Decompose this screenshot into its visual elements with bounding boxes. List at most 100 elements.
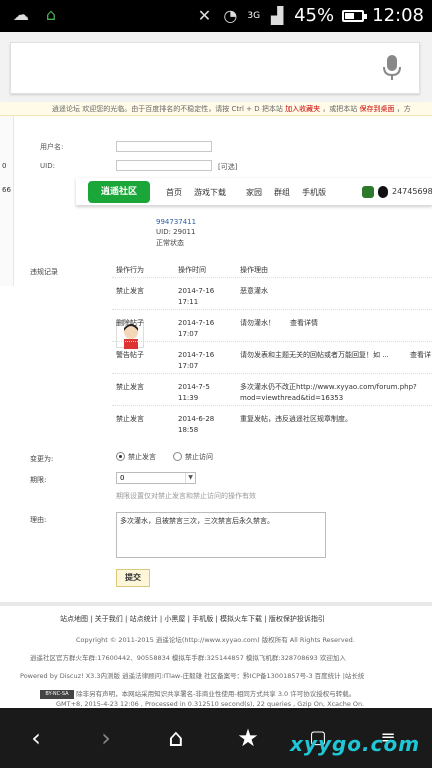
row-date: 2014-6-28 [178,415,215,423]
row-reason-line2: mod=viewthread&tid=16353 [240,394,344,402]
table-row: 删除帖子 2014-7-16 17:07 请勿灌水！ 查看详情 [112,312,432,342]
row-date: 2014-7-16 [178,351,215,359]
site-notice: 逍遥论坛 欢迎您的光临。由于百度排名的不稳定性，请按 Ctrl + D 把本站 … [0,102,432,116]
col-time: 操作时间 [178,266,206,274]
left-count-1: 0 [2,162,7,170]
row-date: 2014-7-16 [178,287,215,295]
user-avatar-icon[interactable] [362,186,374,198]
record-label: 违规记录 [30,268,58,276]
radio-ban-visit-label: 禁止访问 [185,453,213,461]
notice-text: 逍遥论坛 欢迎您的光临。由于百度排名的不稳定性，请按 Ctrl + D 把本站 [52,105,283,113]
add-favorite-link[interactable]: 加入收藏夹 [285,105,320,113]
mute-icon: ✕ [197,5,212,25]
submit-button[interactable]: 提交 [116,569,150,587]
back-icon[interactable]: ‹ [20,722,52,754]
nav-home[interactable]: 首页 [166,187,182,198]
footer-qq-groups: 逍遥社区官方群火车群:17600442、90558834 模拟车手群:32514… [30,654,346,662]
profile-name[interactable]: 994737411 [156,218,196,226]
battery-percent: 45% [294,5,335,26]
footer-powered: Powered by Discuz! X3.3内测版 逍遥法律顾问:ITlaw-… [20,672,365,680]
row-action: 禁止发言 [116,287,144,295]
change-label: 变更为: [30,455,54,463]
microphone-icon[interactable] [383,55,401,81]
table-row: 警告帖子 2014-7-16 17:07 请勿发表和主题无关的回帖或者万能回复！… [112,344,432,374]
limit-value: 0 [120,474,125,482]
status-bar: ☁ ⌂ ✕ ◔ 3G ▟ 45% 12:08 [0,0,432,32]
nav-home-space[interactable]: 家园 [246,187,262,198]
row-time: 17:07 [178,362,199,370]
address-bar[interactable] [10,42,420,94]
limit-select[interactable]: 0 ▼ [116,472,196,484]
footer-gmt: GMT+8, 2015-4-23 12:06 , Processed in 0.… [56,700,365,708]
table-row: 禁止发言 2014-7-16 17:11 恶意灌水 [112,280,432,310]
row-action: 删除帖子 [116,319,144,327]
row-action: 禁止发言 [116,415,144,423]
profile-uid: UID: 29011 [156,228,196,236]
row-time: 18:58 [178,426,199,434]
row-time: 17:11 [178,298,199,306]
row-time: 11:39 [178,394,199,402]
watermark: xyygo.com [290,732,421,756]
footer-links[interactable]: 站点地图 | 关于我们 | 站点统计 | 小黑屋 | 手机版 | 模拟火车下载 … [60,614,325,624]
notice-tail: ，方 [396,105,411,113]
row-reason: 恶意灌水 [240,287,268,295]
bookmark-star-icon[interactable]: ★ [232,722,264,754]
site-footer: 站点地图 | 关于我们 | 站点统计 | 小黑屋 | 手机版 | 模拟火车下载 … [0,602,432,704]
username-label: 用户名: [40,143,64,151]
limit-label: 期限: [30,476,47,484]
clock: 12:08 [372,5,424,26]
home-icon[interactable]: ⌂ [160,722,192,754]
site-logo[interactable]: 逍遥社区 [88,181,150,203]
profile-status: 正常状态 [156,239,184,247]
limit-hint: 期限设置仅对禁止发言和禁止访问的操作有效 [116,492,256,500]
left-column: 0 66 [0,116,14,286]
row-date: 2014-7-16 [178,319,215,327]
web-content: 逍遥论坛 欢迎您的光临。由于百度排名的不稳定性，请按 Ctrl + D 把本站 … [0,102,432,708]
row-date: 2014-7-5 [178,383,210,391]
reason-label: 理由: [30,516,47,524]
row-reason: 重复发帖，违反逍遥社区规章制度。 [240,415,352,423]
wifi-icon: ◔ [223,5,238,25]
nav-mobile[interactable]: 手机版 [302,187,326,198]
row-action: 警告帖子 [116,351,144,359]
radio-ban-visit[interactable] [173,452,182,461]
radio-ban-post[interactable] [116,452,125,461]
uid-hint: [可选] [218,163,238,171]
weather-icon: ☁ [13,5,29,24]
nav-game-download[interactable]: 游戏下载 [194,187,226,198]
battery-icon [342,9,368,22]
col-reason: 操作理由 [240,266,268,274]
footer-license: BY-NC-SA 除非另有声明，本网站采用知识共享署名-非商业性使用-相同方式共… [40,688,355,699]
left-count-2: 66 [2,186,11,194]
username-input[interactable] [116,141,212,152]
row-reason: 请勿灌水！ [240,319,275,327]
row-reason: 请勿发表和主题无关的回帖或者万能回复！如 ... [240,351,389,359]
footer-copyright: Copyright © 2011-2015 逍遥论坛(http://www.xy… [76,636,355,644]
save-desktop-link[interactable]: 保存到桌面 [360,105,395,113]
view-detail-link[interactable]: 查看详 [410,350,431,361]
network-type: 3G [247,10,261,21]
uid-input[interactable] [116,160,212,171]
row-action: 禁止发言 [116,383,144,391]
uid-label: UID: [40,162,55,170]
table-header: 操作行为 操作时间 操作理由 [112,262,432,278]
table-row: 禁止发言 2014-6-28 18:58 重复发帖，违反逍遥社区规章制度。 [112,408,432,438]
forward-icon[interactable]: › [90,722,122,754]
lock-icon: ⌂ [45,5,57,24]
signal-icon: ▟ [270,5,284,25]
table-row: 禁止发言 2014-7-5 11:39 多次灌水仍不改正http://www.x… [112,376,432,406]
reason-textarea[interactable]: 多次灌水，且被禁言三次，三次禁言后永久禁言。 [116,512,326,558]
radio-ban-post-label: 禁止发言 [128,453,156,461]
notice-mid: ，或把本站 [322,105,358,113]
nav-groups[interactable]: 群组 [274,187,290,198]
cc-license-text: 除非另有声明，本网站采用知识共享署名-非商业性使用-相同方式共享 3.0 许可协… [76,690,356,698]
col-action: 操作行为 [116,266,144,274]
browser-toolbar [0,32,432,102]
view-detail-link[interactable]: 查看详情 [290,318,318,329]
row-reason: 多次灌水仍不改正http://www.xyyao.com/forum.php? [240,383,417,391]
chevron-down-icon: ▼ [185,473,195,483]
cc-license-badge[interactable]: BY-NC-SA [40,689,74,699]
site-nav: 逍遥社区 首页 游戏下载 家园 群组 手机版 2474569820 [76,178,432,206]
row-time: 17:07 [178,330,199,338]
qq-number[interactable]: 2474569820 [392,187,432,196]
